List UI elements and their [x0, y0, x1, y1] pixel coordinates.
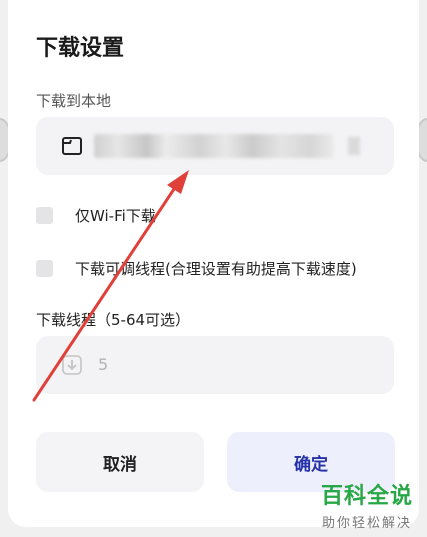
watermark-logo: 百科全说 — [320, 484, 413, 509]
annotation-arrow — [32, 170, 189, 402]
watermark: 百科全说 助你轻松解决 — [321, 478, 413, 531]
watermark-subtitle: 助你轻松解决 — [321, 516, 412, 531]
